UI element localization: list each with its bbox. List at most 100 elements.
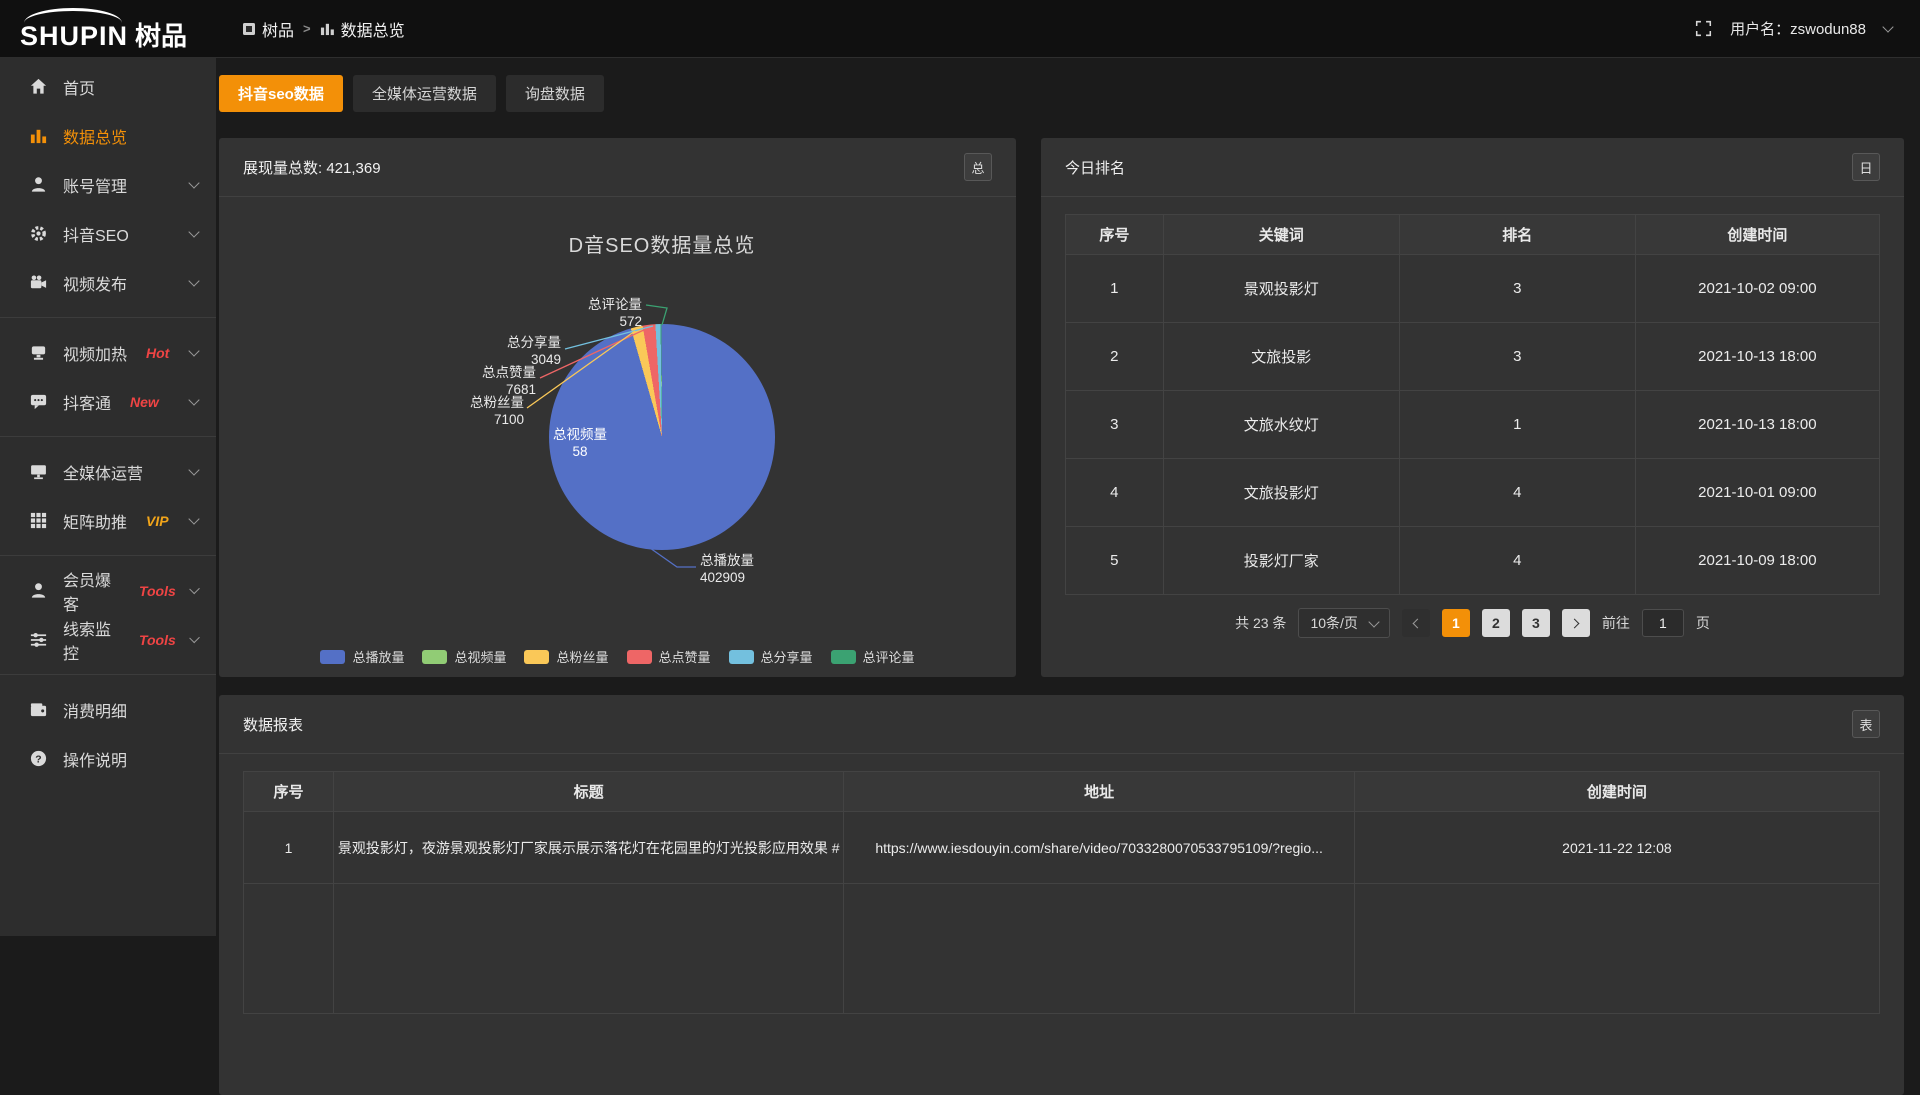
- column-header-seq: 序号: [1066, 215, 1164, 255]
- chat-icon: [29, 392, 48, 411]
- user-icon: [29, 581, 48, 600]
- legend-swatch: [831, 650, 856, 664]
- prev-page-button[interactable]: [1402, 609, 1430, 637]
- column-header-created: 创建时间: [1635, 215, 1879, 255]
- sidebar-divider: [0, 674, 216, 675]
- cell-title: [333, 884, 843, 1014]
- tab-inquiry-data[interactable]: 询盘数据: [506, 75, 604, 112]
- chevron-down-icon: [188, 177, 199, 188]
- next-page-button[interactable]: [1562, 609, 1590, 637]
- sidebar-item-label: 抖音SEO: [63, 222, 129, 246]
- sidebar-item-member-leads[interactable]: 会员爆客 Tools: [0, 566, 216, 615]
- sidebar-item-label: 数据总览: [63, 124, 127, 148]
- sidebar-item-doukekong[interactable]: 抖客通 New: [0, 377, 216, 426]
- new-badge: New: [130, 394, 159, 410]
- cell-created: 2021-10-13 18:00: [1635, 323, 1879, 391]
- legend-item-likes[interactable]: 总点赞量: [627, 647, 711, 666]
- table-row: 1 景观投影灯 3 2021-10-02 09:00: [1066, 255, 1880, 323]
- callout-shares: 总分享量 3049: [491, 334, 561, 368]
- breadcrumb: 树品 > 数据总览: [242, 17, 405, 41]
- sidebar-item-omnimedia[interactable]: 全媒体运营: [0, 447, 216, 496]
- cell-seq: 3: [1066, 391, 1164, 459]
- table-row: 1 景观投影灯，夜游景观投影灯厂家展示展示落花灯在花园里的灯光投影应用效果 # …: [244, 812, 1880, 884]
- legend-item-plays[interactable]: 总播放量: [320, 647, 404, 666]
- wallet-icon: [29, 700, 48, 719]
- data-report-panel: 数据报表 表 序号 标题 地址 创建时间: [219, 695, 1904, 1095]
- sidebar-item-home[interactable]: 首页: [0, 62, 216, 111]
- cell-created: 2021-10-02 09:00: [1635, 255, 1879, 323]
- callout-value: 572: [574, 313, 642, 330]
- page-size-select[interactable]: 10条/页: [1298, 608, 1389, 638]
- home-icon: [29, 77, 48, 96]
- cell-rank: 3: [1399, 255, 1635, 323]
- logo-arc-decoration: [24, 8, 122, 38]
- tools-badge: Tools: [139, 583, 176, 599]
- legend-item-fans[interactable]: 总粉丝量: [524, 647, 608, 666]
- chevron-down-icon: [189, 632, 200, 643]
- cell-seq: [244, 884, 334, 1014]
- sidebar-item-video-publish[interactable]: 视频发布: [0, 258, 216, 307]
- column-header-seq: 序号: [244, 772, 334, 812]
- callout-name: 总视频量: [553, 427, 607, 442]
- monitor-icon: [29, 462, 48, 481]
- legend-swatch: [320, 650, 345, 664]
- panel-title: 数据报表: [243, 714, 303, 735]
- sidebar-item-douyin-seo[interactable]: 抖音SEO: [0, 209, 216, 258]
- app-logo: SHUPIN 树品: [0, 4, 216, 53]
- cell-seq: 1: [244, 812, 334, 884]
- breadcrumb-item-home[interactable]: 树品: [242, 17, 294, 41]
- chevron-down-icon: [1882, 21, 1893, 32]
- pie-chart: D音SEO数据量总览 总评论量 572 总分享量: [219, 197, 1016, 676]
- goto-page-input[interactable]: [1642, 609, 1684, 637]
- legend-swatch: [422, 650, 447, 664]
- impressions-total-stat: 展现量总数: 421,369: [243, 157, 381, 178]
- column-header-title: 标题: [333, 772, 843, 812]
- sidebar-item-label: 消费明细: [63, 698, 127, 722]
- sidebar-item-video-heat[interactable]: 视频加热 Hot: [0, 328, 216, 377]
- column-header-rank: 排名: [1399, 215, 1635, 255]
- vip-badge: VIP: [146, 513, 169, 529]
- legend-item-shares[interactable]: 总分享量: [729, 647, 813, 666]
- sidebar-item-account[interactable]: 账号管理: [0, 160, 216, 209]
- bar-chart-icon: [29, 126, 48, 145]
- total-view-button[interactable]: 总: [964, 153, 992, 181]
- day-view-button[interactable]: 日: [1852, 153, 1880, 181]
- chevron-down-icon: [188, 345, 199, 356]
- chevron-down-icon: [188, 513, 199, 524]
- stat-value: 421,369: [326, 160, 380, 177]
- cell-created: 2021-10-09 18:00: [1635, 527, 1879, 595]
- legend-item-videos[interactable]: 总视频量: [422, 647, 506, 666]
- gear-icon: [29, 224, 48, 243]
- username-label[interactable]: 用户名：zswodun88: [1730, 18, 1866, 39]
- fullscreen-icon[interactable]: [1695, 20, 1712, 37]
- sidebar-item-label: 视频加热: [63, 341, 127, 365]
- page-button-1[interactable]: 1: [1442, 609, 1470, 637]
- main-content: 抖音seo数据 全媒体运营数据 询盘数据 展现量总数: 421,369 总 D音…: [216, 58, 1920, 936]
- breadcrumb-label: 树品: [262, 17, 294, 41]
- question-icon: ?: [29, 749, 48, 768]
- legend-item-comments[interactable]: 总评论量: [831, 647, 915, 666]
- table-view-button[interactable]: 表: [1852, 710, 1880, 738]
- sidebar-item-clue-monitor[interactable]: 线索监控 Tools: [0, 615, 216, 664]
- page-button-2[interactable]: 2: [1482, 609, 1510, 637]
- tab-omnimedia-data[interactable]: 全媒体运营数据: [353, 75, 496, 112]
- breadcrumb-item-current[interactable]: 数据总览: [320, 17, 405, 41]
- sidebar-item-instructions[interactable]: ? 操作说明: [0, 734, 216, 783]
- sidebar-item-data-overview[interactable]: 数据总览: [0, 111, 216, 160]
- callout-name: 总分享量: [507, 335, 561, 350]
- cell-seq: 5: [1066, 527, 1164, 595]
- tab-douyin-seo-data[interactable]: 抖音seo数据: [219, 75, 343, 112]
- sidebar-item-matrix-boost[interactable]: 矩阵助推 VIP: [0, 496, 216, 545]
- page-button-3[interactable]: 3: [1522, 609, 1550, 637]
- sidebar-item-label: 会员爆客: [63, 567, 120, 615]
- cell-video-link[interactable]: https://www.iesdouyin.com/share/video/70…: [844, 812, 1354, 884]
- cell-video-link: [844, 884, 1354, 1014]
- sidebar-item-label: 首页: [63, 75, 95, 99]
- cell-title: 景观投影灯，夜游景观投影灯厂家展示展示落花灯在花园里的灯光投影应用效果 #: [333, 812, 843, 884]
- legend-label: 总点赞量: [659, 647, 711, 666]
- cell-keyword: 投影灯厂家: [1163, 527, 1399, 595]
- sidebar-item-consumption[interactable]: 消费明细: [0, 685, 216, 734]
- column-header-created: 创建时间: [1354, 772, 1879, 812]
- panel-title: 今日排名: [1065, 157, 1125, 178]
- callout-comments: 总评论量 572: [574, 296, 642, 330]
